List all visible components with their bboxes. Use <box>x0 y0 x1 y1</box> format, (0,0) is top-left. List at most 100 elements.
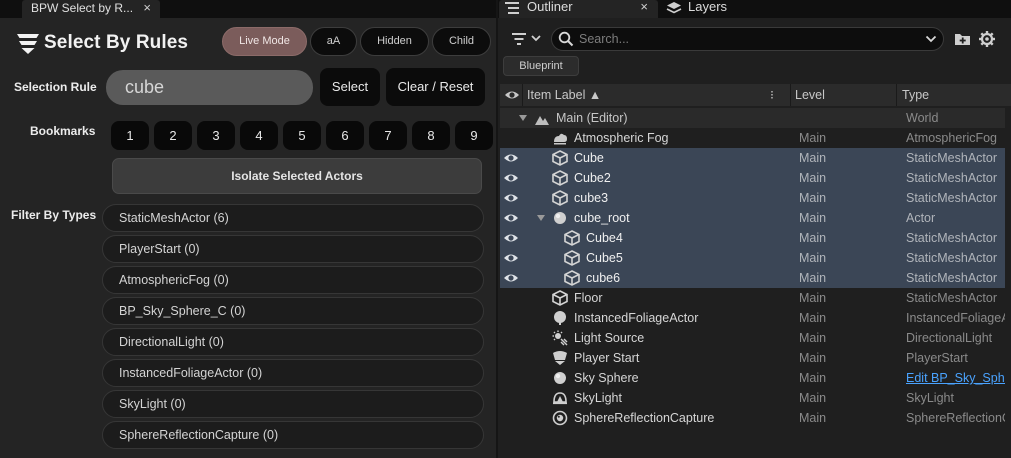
bookmark-button-7[interactable]: 7 <box>369 121 407 150</box>
search-input[interactable] <box>579 31 909 47</box>
match-case-toggle[interactable]: aA <box>310 27 357 56</box>
column-divider[interactable] <box>790 84 791 106</box>
light-icon <box>552 330 568 346</box>
visibility-eye-icon[interactable] <box>503 271 519 285</box>
visibility-eye-icon[interactable] <box>503 211 519 225</box>
close-icon[interactable]: × <box>640 0 648 14</box>
child-toggle[interactable]: Child <box>432 27 491 56</box>
select-button[interactable]: Select <box>320 68 380 106</box>
visibility-eye-icon[interactable] <box>503 231 519 245</box>
edit-blueprint-link[interactable]: Edit BP_Sky_Sphere <box>906 368 1005 388</box>
item-type: World <box>906 111 939 125</box>
item-type: StaticMeshActor <box>906 291 998 305</box>
item-level: Main <box>799 231 827 245</box>
bookmark-button-1[interactable]: 1 <box>111 121 149 150</box>
outliner-row[interactable]: Sky Sphere Main Edit BP_Sky_Sphere <box>500 368 1005 388</box>
expand-arrow-icon[interactable] <box>518 112 528 124</box>
tab-layers-title: Layers <box>688 0 728 14</box>
outliner-row[interactable]: Atmospheric Fog Main AtmosphericFog <box>500 128 1005 148</box>
panel-title: Select By Rules <box>44 32 189 53</box>
expand-arrow-icon[interactable] <box>536 212 546 224</box>
outliner-row[interactable]: Cube4 Main StaticMeshActor <box>500 228 1005 248</box>
outliner-row[interactable]: cube_root Main Actor <box>500 208 1005 228</box>
visibility-eye-icon[interactable] <box>503 151 519 165</box>
outliner-row[interactable]: InstancedFoliageActor Main InstancedFoliag… <box>500 308 1005 328</box>
isolate-selected-actors-button[interactable]: Isolate Selected Actors <box>112 158 482 194</box>
filter-icon[interactable] <box>510 30 544 48</box>
player-start-icon <box>553 351 567 365</box>
hidden-toggle[interactable]: Hidden <box>360 27 429 56</box>
add-folder-icon[interactable] <box>954 30 972 48</box>
live-mode-toggle[interactable]: Live Mode <box>222 27 307 56</box>
outliner-row[interactable]: Cube Main StaticMeshActor <box>500 148 1005 168</box>
item-level: Main <box>799 171 827 185</box>
visibility-column-eye-icon[interactable] <box>504 88 520 102</box>
close-icon[interactable]: × <box>143 0 151 16</box>
outliner-row[interactable]: Cube2 Main StaticMeshActor <box>500 168 1005 188</box>
tab-bpw-select-by-rules[interactable]: BPW Select by R... × <box>22 0 160 18</box>
type-filter-playerstart[interactable]: PlayerStart (0) <box>102 235 484 263</box>
type-filter-instancedfoliageactor[interactable]: InstancedFoliageActor (0) <box>102 359 484 387</box>
mesh-icon <box>552 170 568 186</box>
chevron-down-icon[interactable] <box>925 33 937 45</box>
outliner-row[interactable]: Cube5 Main StaticMeshActor <box>500 248 1005 268</box>
filter-by-types-label: Filter By Types <box>11 208 97 222</box>
column-divider[interactable] <box>896 84 897 106</box>
gear-icon[interactable] <box>978 30 996 48</box>
item-level: Main <box>799 151 827 165</box>
item-level: Main <box>799 271 827 285</box>
selection-rule-label: Selection Rule <box>14 80 97 94</box>
outliner-row[interactable]: SphereReflectionCapture Main SphereReflect… <box>500 408 1005 428</box>
type-filter-atmosphericfog[interactable]: AtmosphericFog (0) <box>102 266 484 294</box>
item-label: Cube2 <box>574 171 611 185</box>
column-divider[interactable] <box>522 84 523 106</box>
layers-icon <box>666 2 682 14</box>
type-filter-directionallight[interactable]: DirectionalLight (0) <box>102 328 484 356</box>
item-label: cube_root <box>574 211 630 225</box>
visibility-eye-icon[interactable] <box>503 191 519 205</box>
type-filter-bp-sky-sphere[interactable]: BP_Sky_Sphere_C (0) <box>102 297 484 325</box>
column-options-icon[interactable]: ⁝ <box>770 84 774 106</box>
fog-icon <box>554 133 567 145</box>
foliage-icon <box>554 311 566 325</box>
outliner-row[interactable]: Light Source Main DirectionalLight <box>500 328 1005 348</box>
mesh-icon <box>552 290 568 306</box>
outliner-row[interactable]: Main (Editor) World <box>500 108 1005 128</box>
item-level: Main <box>799 131 827 145</box>
selection-rule-input[interactable] <box>106 70 313 105</box>
outliner-search[interactable] <box>551 27 944 51</box>
clear-reset-button[interactable]: Clear / Reset <box>386 68 485 106</box>
mesh-icon <box>564 230 580 246</box>
type-filter-skylight[interactable]: SkyLight (0) <box>102 390 484 418</box>
blueprint-filter-chip[interactable]: Blueprint <box>503 56 579 76</box>
column-type[interactable]: Type <box>902 84 929 106</box>
outliner-icon <box>505 2 519 14</box>
type-filter-spherereflectioncapture[interactable]: SphereReflectionCapture (0) <box>102 421 484 449</box>
column-level[interactable]: Level <box>795 84 825 106</box>
outliner-row[interactable]: SkyLight Main SkyLight <box>500 388 1005 408</box>
outliner-row[interactable]: cube3 Main StaticMeshActor <box>500 188 1005 208</box>
tab-outliner-title: Outliner <box>527 0 573 14</box>
item-label: Atmospheric Fog <box>574 131 669 145</box>
item-label: cube3 <box>574 191 609 205</box>
item-type: InstancedFoliageActor <box>906 311 1005 325</box>
bookmark-button-3[interactable]: 3 <box>197 121 235 150</box>
outliner-row[interactable]: Player Start Main PlayerStart <box>500 348 1005 368</box>
bookmark-button-8[interactable]: 8 <box>412 121 450 150</box>
bookmark-button-4[interactable]: 4 <box>240 121 278 150</box>
column-item-label[interactable]: Item Label ▲ <box>527 84 601 106</box>
outliner-row[interactable]: cube6 Main StaticMeshActor <box>500 268 1005 288</box>
tab-layers[interactable]: Layers <box>660 0 780 18</box>
item-type: StaticMeshActor <box>906 251 998 265</box>
item-label: Light Source <box>574 331 645 345</box>
visibility-eye-icon[interactable] <box>503 251 519 265</box>
tab-outliner[interactable]: Outliner × <box>499 0 658 18</box>
left-tab-strip: BPW Select by R... × <box>0 0 496 18</box>
bookmark-button-9[interactable]: 9 <box>455 121 493 150</box>
bookmark-button-6[interactable]: 6 <box>326 121 364 150</box>
type-filter-staticmeshactor[interactable]: StaticMeshActor (6) <box>102 204 484 232</box>
bookmark-button-5[interactable]: 5 <box>283 121 321 150</box>
visibility-eye-icon[interactable] <box>503 171 519 185</box>
bookmark-button-2[interactable]: 2 <box>154 121 192 150</box>
outliner-row[interactable]: Floor Main StaticMeshActor <box>500 288 1005 308</box>
